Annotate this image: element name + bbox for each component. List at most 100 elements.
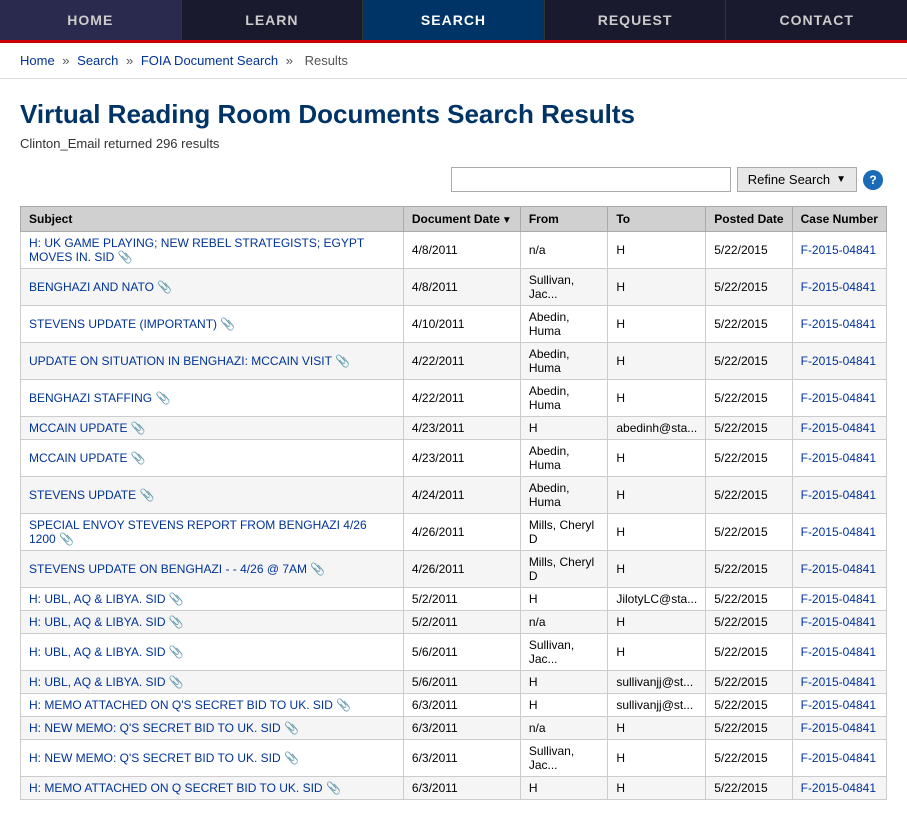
case-cell[interactable]: F-2015-04841	[792, 306, 886, 343]
sort-arrow-icon: ▼	[502, 215, 512, 226]
case-cell[interactable]: F-2015-04841	[792, 777, 886, 800]
breadcrumb-link-foia-document-search[interactable]: FOIA Document Search	[141, 53, 278, 68]
subject-link[interactable]: BENGHAZI STAFFING	[29, 391, 152, 405]
attachment-icon[interactable]: 📎	[166, 615, 184, 629]
attachment-icon[interactable]: 📎	[166, 675, 184, 689]
case-cell[interactable]: F-2015-04841	[792, 671, 886, 694]
attachment-icon[interactable]: 📎	[136, 488, 154, 502]
subject-link[interactable]: H: UK GAME PLAYING; NEW REBEL STRATEGIST…	[29, 236, 364, 264]
attachment-icon[interactable]: 📎	[217, 317, 235, 331]
col-header-from: From	[520, 207, 608, 232]
case-cell[interactable]: F-2015-04841	[792, 611, 886, 634]
subject-link[interactable]: H: NEW MEMO: Q'S SECRET BID TO UK. SID	[29, 721, 281, 735]
case-number-link[interactable]: F-2015-04841	[801, 645, 876, 659]
case-number-link[interactable]: F-2015-04841	[801, 562, 876, 576]
table-row: BENGHAZI STAFFING 📎4/22/2011Abedin, Huma…	[21, 380, 887, 417]
case-number-link[interactable]: F-2015-04841	[801, 317, 876, 331]
case-cell[interactable]: F-2015-04841	[792, 343, 886, 380]
case-number-link[interactable]: F-2015-04841	[801, 243, 876, 257]
attachment-icon[interactable]: 📎	[281, 751, 299, 765]
case-cell[interactable]: F-2015-04841	[792, 232, 886, 269]
from-cell: Abedin, Huma	[520, 440, 608, 477]
case-number-link[interactable]: F-2015-04841	[801, 698, 876, 712]
subject-link[interactable]: UPDATE ON SITUATION IN BENGHAZI: MCCAIN …	[29, 354, 332, 368]
subject-link[interactable]: BENGHAZI AND NATO	[29, 280, 154, 294]
from-cell: H	[520, 671, 608, 694]
case-number-link[interactable]: F-2015-04841	[801, 615, 876, 629]
case-number-link[interactable]: F-2015-04841	[801, 451, 876, 465]
info-icon[interactable]: ?	[863, 170, 883, 190]
subject-link[interactable]: H: UBL, AQ & LIBYA. SID	[29, 645, 166, 659]
table-row: H: NEW MEMO: Q'S SECRET BID TO UK. SID 📎…	[21, 740, 887, 777]
case-number-link[interactable]: F-2015-04841	[801, 525, 876, 539]
col-header-document-date[interactable]: Document Date▼	[403, 207, 520, 232]
search-input[interactable]	[451, 167, 731, 192]
case-number-link[interactable]: F-2015-04841	[801, 391, 876, 405]
attachment-icon[interactable]: 📎	[127, 421, 145, 435]
doc_date-cell: 6/3/2011	[403, 740, 520, 777]
case-cell[interactable]: F-2015-04841	[792, 588, 886, 611]
subject-link[interactable]: H: UBL, AQ & LIBYA. SID	[29, 592, 166, 606]
subject-link[interactable]: H: UBL, AQ & LIBYA. SID	[29, 615, 166, 629]
to-cell: JilotyLC@sta...	[608, 588, 706, 611]
case-cell[interactable]: F-2015-04841	[792, 717, 886, 740]
case-number-link[interactable]: F-2015-04841	[801, 592, 876, 606]
attachment-icon[interactable]: 📎	[127, 451, 145, 465]
table-row: H: UK GAME PLAYING; NEW REBEL STRATEGIST…	[21, 232, 887, 269]
subject-link[interactable]: H: MEMO ATTACHED ON Q SECRET BID TO UK. …	[29, 781, 323, 795]
case-number-link[interactable]: F-2015-04841	[801, 751, 876, 765]
case-number-link[interactable]: F-2015-04841	[801, 675, 876, 689]
case-number-link[interactable]: F-2015-04841	[801, 488, 876, 502]
attachment-icon[interactable]: 📎	[332, 354, 350, 368]
case-cell[interactable]: F-2015-04841	[792, 380, 886, 417]
attachment-icon[interactable]: 📎	[166, 645, 184, 659]
subject-link[interactable]: MCCAIN UPDATE	[29, 451, 127, 465]
attachment-icon[interactable]: 📎	[154, 280, 172, 294]
nav-item-search[interactable]: SEARCH	[363, 0, 545, 40]
case-cell[interactable]: F-2015-04841	[792, 740, 886, 777]
breadcrumb-link-home[interactable]: Home	[20, 53, 55, 68]
refine-search-button[interactable]: Refine Search ▼	[737, 167, 857, 192]
case-cell[interactable]: F-2015-04841	[792, 694, 886, 717]
subject-link[interactable]: H: UBL, AQ & LIBYA. SID	[29, 675, 166, 689]
from-cell: Abedin, Huma	[520, 306, 608, 343]
attachment-icon[interactable]: 📎	[323, 781, 341, 795]
case-number-link[interactable]: F-2015-04841	[801, 721, 876, 735]
subject-link[interactable]: STEVENS UPDATE ON BENGHAZI - - 4/26 @ 7A…	[29, 562, 307, 576]
attachment-icon[interactable]: 📎	[281, 721, 299, 735]
top-nav: HOMELEARNSEARCHREQUESTCONTACT	[0, 0, 907, 43]
case-number-link[interactable]: F-2015-04841	[801, 354, 876, 368]
nav-item-home[interactable]: HOME	[0, 0, 182, 40]
attachment-icon[interactable]: 📎	[152, 391, 170, 405]
attachment-icon[interactable]: 📎	[333, 698, 351, 712]
case-cell[interactable]: F-2015-04841	[792, 551, 886, 588]
case-cell[interactable]: F-2015-04841	[792, 269, 886, 306]
breadcrumb-link-search[interactable]: Search	[77, 53, 118, 68]
case-cell[interactable]: F-2015-04841	[792, 514, 886, 551]
nav-item-learn[interactable]: LEARN	[182, 0, 364, 40]
to-cell: H	[608, 380, 706, 417]
attachment-icon[interactable]: 📎	[114, 250, 132, 264]
case-cell[interactable]: F-2015-04841	[792, 440, 886, 477]
subject-link[interactable]: H: MEMO ATTACHED ON Q'S SECRET BID TO UK…	[29, 698, 333, 712]
attachment-icon[interactable]: 📎	[56, 532, 74, 546]
subject-link[interactable]: MCCAIN UPDATE	[29, 421, 127, 435]
attachment-icon[interactable]: 📎	[166, 592, 184, 606]
subject-link[interactable]: SPECIAL ENVOY STEVENS REPORT FROM BENGHA…	[29, 518, 367, 546]
case-number-link[interactable]: F-2015-04841	[801, 781, 876, 795]
nav-item-request[interactable]: REQUEST	[545, 0, 727, 40]
case-number-link[interactable]: F-2015-04841	[801, 421, 876, 435]
case-number-link[interactable]: F-2015-04841	[801, 280, 876, 294]
doc_date-cell: 4/26/2011	[403, 514, 520, 551]
subject-link[interactable]: H: NEW MEMO: Q'S SECRET BID TO UK. SID	[29, 751, 281, 765]
case-cell[interactable]: F-2015-04841	[792, 417, 886, 440]
case-cell[interactable]: F-2015-04841	[792, 477, 886, 514]
subject-link[interactable]: STEVENS UPDATE (IMPORTANT)	[29, 317, 217, 331]
subject-link[interactable]: STEVENS UPDATE	[29, 488, 136, 502]
refine-search-label: Refine Search	[748, 172, 830, 187]
subject-cell: H: UBL, AQ & LIBYA. SID 📎	[21, 588, 404, 611]
from-cell: Sullivan, Jac...	[520, 740, 608, 777]
case-cell[interactable]: F-2015-04841	[792, 634, 886, 671]
nav-item-contact[interactable]: CONTACT	[726, 0, 907, 40]
attachment-icon[interactable]: 📎	[307, 562, 325, 576]
